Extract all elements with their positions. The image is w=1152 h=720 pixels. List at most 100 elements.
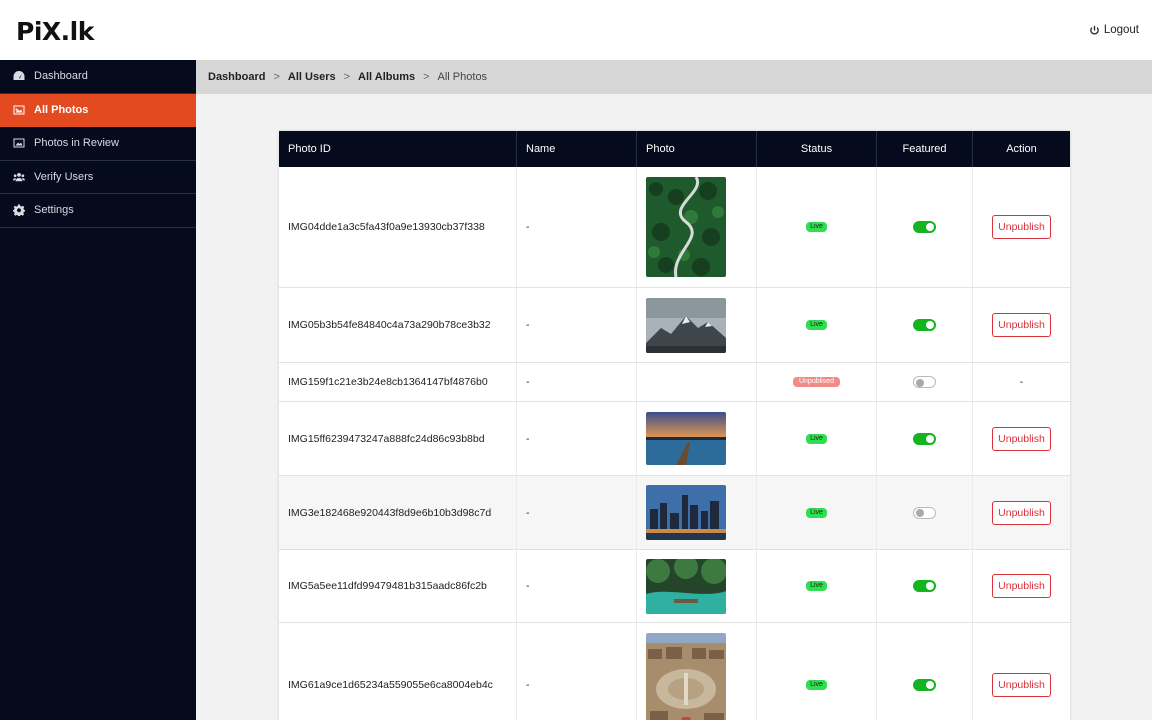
breadcrumb-separator: > (343, 71, 351, 83)
breadcrumb-current: All Photos (437, 71, 488, 83)
sidebar-item-label: Photos in Review (34, 137, 119, 150)
photo-cell (637, 363, 757, 401)
table-row: IMG159f1c21e3b24e8cb1364147bf4876b0 - Un… (279, 363, 1070, 402)
breadcrumb-all-users[interactable]: All Users (288, 71, 336, 83)
breadcrumb: Dashboard > All Users > All Albums > All… (196, 60, 1152, 94)
sidebar-item-dashboard[interactable]: Dashboard (0, 60, 196, 94)
sidebar-item-all-photos[interactable]: All Photos (0, 93, 196, 127)
unpublish-button[interactable]: Unpublish (992, 500, 1051, 525)
photo-thumbnail[interactable] (646, 177, 726, 277)
featured-toggle[interactable] (913, 376, 936, 388)
status-cell: Live (757, 402, 877, 475)
logout-label: Logout (1103, 24, 1139, 36)
featured-toggle[interactable] (913, 221, 936, 233)
sidebar-item-photos-in-review[interactable]: Photos in Review (0, 127, 196, 161)
featured-toggle[interactable] (913, 432, 936, 445)
action-cell: Unpublish (973, 402, 1070, 475)
photo-thumbnail[interactable] (646, 297, 726, 353)
unpublish-button[interactable]: Unpublish (992, 313, 1051, 337)
table-row: IMG15ff6239473247a888fc24d86c93b8bd - Li… (279, 402, 1070, 476)
gear-icon (12, 204, 25, 217)
name-cell: - (517, 167, 637, 287)
photo-cell (637, 476, 757, 549)
featured-cell (877, 476, 973, 549)
name-cell: - (517, 363, 637, 401)
photo-id-cell: IMG61a9ce1d65234a559055e6ca8004eb4c (279, 623, 517, 720)
unpublish-button[interactable]: Unpublish (992, 574, 1051, 598)
status-badge: Live (806, 581, 827, 591)
status-cell: Live (757, 623, 877, 720)
header-action: Action (1006, 143, 1037, 155)
photo-thumbnail[interactable] (646, 632, 726, 720)
featured-toggle[interactable] (913, 679, 936, 691)
main-content: Photo ID Name Photo Status Featured Acti… (196, 94, 1152, 720)
sidebar-item-settings[interactable]: Settings (0, 194, 196, 228)
action-cell: Unpublish (973, 623, 1070, 720)
photo-cell (637, 623, 757, 720)
table-row: IMG61a9ce1d65234a559055e6ca8004eb4c - Li… (279, 623, 1070, 720)
photo-id-cell: IMG5a5ee11dfd99479481b315aadc86fc2b (279, 550, 517, 622)
photo-id-cell: IMG159f1c21e3b24e8cb1364147bf4876b0 (279, 363, 517, 401)
photo-id-cell: IMG04dde1a3c5fa43f0a9e13930cb37f338 (279, 167, 517, 287)
featured-cell (877, 623, 973, 720)
status-cell: Live (757, 167, 877, 287)
toggle-knob (916, 509, 924, 517)
dashboard-icon (12, 70, 25, 83)
table-row: IMG5a5ee11dfd99479481b315aadc86fc2b - Li… (279, 550, 1070, 623)
status-badge: Live (806, 222, 827, 232)
status-cell: Live (757, 476, 877, 549)
status-cell: Unpublised (757, 363, 877, 401)
photos-table: Photo ID Name Photo Status Featured Acti… (279, 131, 1070, 720)
breadcrumb-dashboard[interactable]: Dashboard (208, 71, 265, 83)
users-icon (12, 170, 25, 183)
photo-thumbnail[interactable] (646, 412, 726, 465)
photo-cell (637, 288, 757, 362)
top-bar: PiX.lk Logout (0, 0, 1152, 60)
table-header: Photo ID Name Photo Status Featured Acti… (279, 131, 1070, 167)
image-icon (12, 103, 25, 116)
unpublish-button[interactable]: Unpublish (992, 426, 1051, 451)
photo-id-cell: IMG3e182468e920443f8d9e6b10b3d98c7d (279, 476, 517, 549)
breadcrumb-all-albums[interactable]: All Albums (358, 71, 415, 83)
header-status: Status (757, 131, 877, 167)
toggle-knob (926, 434, 934, 443)
unpublish-button[interactable]: Unpublish (992, 673, 1051, 697)
action-cell: - (1019, 376, 1024, 388)
toggle-knob (926, 223, 934, 231)
status-badge: Live (806, 433, 827, 444)
power-icon (1090, 25, 1099, 34)
sidebar-item-label: All Photos (34, 103, 89, 116)
breadcrumb-separator: > (423, 71, 430, 83)
logout-button[interactable]: Logout (1089, 24, 1139, 36)
unpublish-button[interactable]: Unpublish (992, 215, 1051, 239)
featured-cell (877, 167, 973, 287)
photo-id-cell: IMG05b3b54fe84840c4a73a290b78ce3b32 (279, 288, 517, 362)
status-badge: Live (806, 320, 827, 330)
name-cell: - (517, 550, 637, 622)
status-badge: Unpublised (792, 377, 841, 387)
toggle-knob (926, 681, 934, 689)
pixlk-logo[interactable]: PiX.lk (16, 18, 94, 46)
name-cell: - (517, 288, 637, 362)
table-row: IMG3e182468e920443f8d9e6b10b3d98c7d - Li… (279, 476, 1070, 550)
action-cell: Unpublish (973, 288, 1070, 362)
sidebar-item-label: Settings (34, 204, 74, 217)
header-photo-id: Photo ID (279, 131, 517, 167)
status-cell: Live (757, 288, 877, 362)
featured-toggle[interactable] (913, 319, 936, 331)
sidebar-item-verify-users[interactable]: Verify Users (0, 161, 196, 194)
sidebar: Dashboard All Photos Photos in Review Ve… (0, 60, 196, 720)
photo-cell (637, 550, 757, 622)
image-icon (12, 137, 25, 150)
photo-cell (637, 167, 757, 287)
featured-toggle[interactable] (913, 506, 936, 519)
featured-toggle[interactable] (913, 580, 936, 592)
name-cell: - (517, 402, 637, 475)
photo-thumbnail[interactable] (646, 558, 726, 614)
status-badge: Live (806, 507, 827, 518)
logo-suffix: .lk (60, 17, 95, 46)
toggle-knob (926, 321, 934, 329)
breadcrumb-separator: > (273, 71, 280, 83)
header-featured: Featured (877, 131, 973, 167)
photo-thumbnail[interactable] (646, 485, 726, 540)
